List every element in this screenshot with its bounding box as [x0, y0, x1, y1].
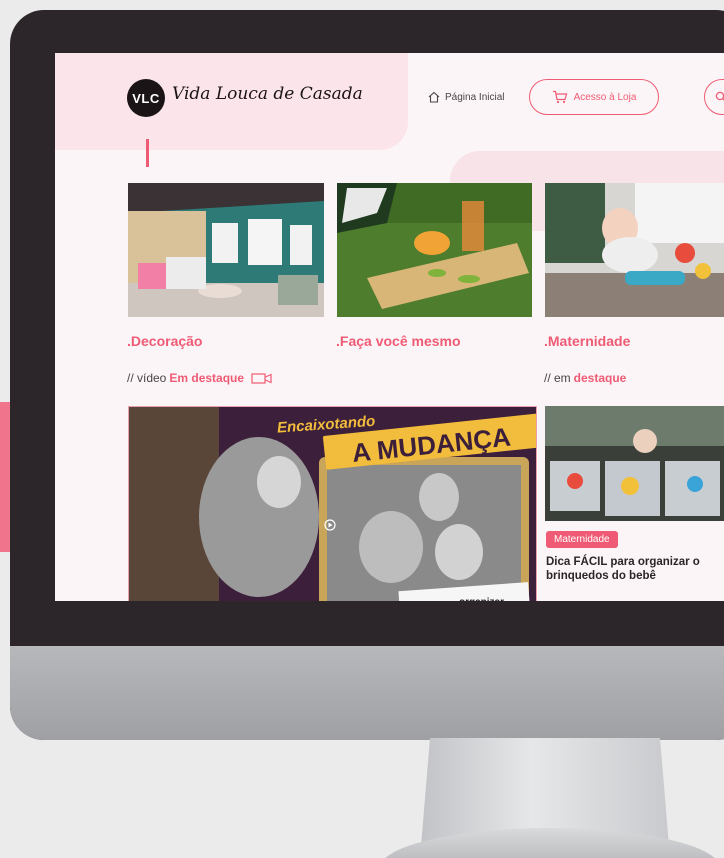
- home-icon: [428, 91, 440, 103]
- featured-post-title[interactable]: Dica FÁCIL para organizar o brinquedos d…: [546, 555, 724, 583]
- search-icon: [715, 91, 724, 101]
- featured-post-prefix: // em: [544, 371, 571, 385]
- category-maternidade[interactable]: .Maternidade: [544, 333, 630, 349]
- featured-video-prefix: // vídeo: [127, 371, 167, 385]
- cart-icon: [552, 90, 567, 104]
- store-button[interactable]: Acesso à Loja: [529, 79, 659, 115]
- logo-abbr: VLC: [132, 90, 160, 106]
- diy-picnic-image: [337, 183, 532, 317]
- search-button[interactable]: [704, 79, 724, 115]
- accent-line: [146, 139, 149, 167]
- website-screen: VLC Vida Louca de Casada Página Inicial …: [55, 53, 724, 601]
- monitor-stand: [380, 738, 720, 858]
- featured-video-highlight: Em destaque: [169, 371, 245, 385]
- category-badge[interactable]: Maternidade: [546, 531, 618, 548]
- post-thumbnail-maternidade[interactable]: [545, 183, 724, 317]
- category-faca-voce-mesmo[interactable]: .Faça você mesmo: [336, 333, 461, 349]
- nav-home-link[interactable]: Página Inicial: [428, 91, 504, 103]
- post-thumbnail-decoracao[interactable]: [128, 183, 324, 317]
- post-thumbnail-faca-voce-mesmo[interactable]: [337, 183, 532, 317]
- category-decoracao[interactable]: .Decoração: [127, 333, 202, 349]
- video-camera-icon: [251, 373, 272, 384]
- logo-badge[interactable]: VLC: [127, 79, 165, 117]
- site-name[interactable]: Vida Louca de Casada: [172, 84, 363, 104]
- monitor-chin: [10, 646, 724, 740]
- featured-post-heading: // em destaque: [544, 371, 626, 385]
- mudanca-video-image: A MUDANÇA Encaixotando organizar: [129, 407, 536, 601]
- featured-video-thumbnail[interactable]: A MUDANÇA Encaixotando organizar: [128, 406, 537, 601]
- store-button-label: Acesso à Loja: [573, 91, 637, 103]
- nav-home-label: Página Inicial: [445, 91, 505, 103]
- baby-playing-image: [545, 183, 724, 317]
- decor-room-image: [128, 183, 324, 317]
- featured-video-heading: // vídeo Em destaque: [127, 371, 273, 385]
- banner-bottom-text: organizar: [459, 597, 504, 601]
- featured-post-highlight: destaque: [573, 371, 627, 385]
- featured-post-thumbnail[interactable]: [545, 406, 724, 521]
- toy-organizer-image: [545, 406, 724, 521]
